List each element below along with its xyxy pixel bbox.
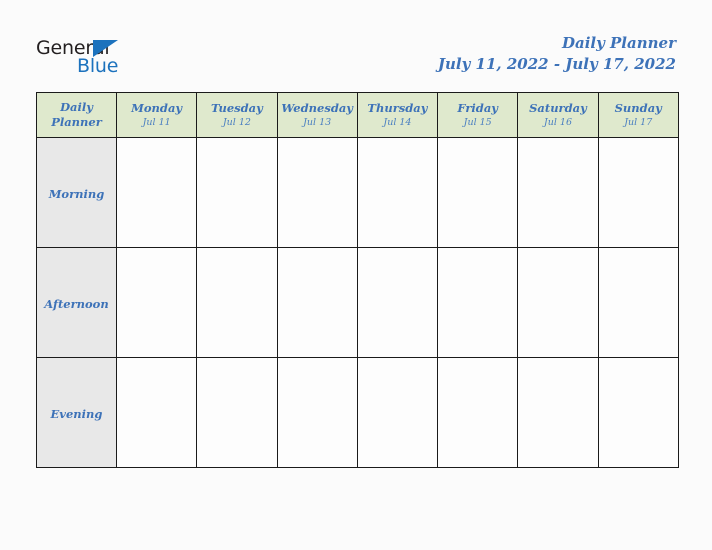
slot-morning-friday[interactable] [437, 137, 519, 248]
slot-morning-monday[interactable] [115, 137, 198, 248]
day-date-tuesday: Jul 12 [222, 116, 251, 128]
row-label-afternoon: Afternoon [36, 247, 117, 358]
day-date-monday: Jul 11 [142, 116, 171, 128]
row-label-morning: Morning [36, 137, 117, 248]
day-name-monday: Monday [131, 100, 183, 115]
header-cell-tuesday[interactable]: Tuesday Jul 12 [196, 92, 278, 138]
brand-logo[interactable]: General Blue [36, 38, 166, 80]
title-block: Daily Planner July 11, 2022 - July 17, 2… [438, 33, 676, 75]
slot-morning-sunday[interactable] [597, 137, 679, 248]
logo-text-blue: Blue [77, 55, 119, 77]
day-date-saturday: Jul 16 [543, 116, 572, 128]
header-cell-monday[interactable]: Monday Jul 11 [115, 92, 198, 138]
corner-label-line1: Daily [60, 100, 93, 114]
slot-evening-monday[interactable] [115, 357, 198, 468]
date-range-label: July 11, 2022 - July 17, 2022 [437, 55, 676, 73]
slot-morning-thursday[interactable] [356, 137, 439, 248]
slot-afternoon-tuesday[interactable] [196, 247, 278, 358]
day-date-wednesday: Jul 13 [303, 116, 332, 128]
slot-evening-sunday[interactable] [597, 357, 679, 468]
day-name-sunday: Sunday [614, 100, 662, 115]
day-date-sunday: Jul 17 [624, 116, 653, 128]
day-name-thursday: Thursday [367, 100, 428, 115]
page-header: General Blue Daily Planner July 11, 2022… [0, 0, 712, 92]
day-date-friday: Jul 15 [463, 116, 492, 128]
slot-evening-tuesday[interactable] [196, 357, 278, 468]
row-label-text: Afternoon [44, 297, 109, 311]
day-name-saturday: Saturday [529, 100, 587, 115]
slot-afternoon-sunday[interactable] [597, 247, 679, 358]
table-row-afternoon: Afternoon [36, 247, 679, 358]
slot-evening-friday[interactable] [437, 357, 519, 468]
header-cell-sunday[interactable]: Sunday Jul 17 [597, 92, 679, 138]
slot-evening-wednesday[interactable] [276, 357, 358, 468]
slot-morning-saturday[interactable] [517, 137, 599, 248]
weekly-planner-table: Daily Planner Monday Jul 11 Tuesday Jul … [36, 92, 679, 468]
day-name-tuesday: Tuesday [210, 100, 263, 115]
header-cell-thursday[interactable]: Thursday Jul 14 [356, 92, 439, 138]
day-name-friday: Friday [457, 100, 498, 115]
table-row-evening: Evening [36, 357, 679, 468]
slot-afternoon-monday[interactable] [115, 247, 198, 358]
slot-afternoon-saturday[interactable] [517, 247, 599, 358]
table-row-morning: Morning [36, 137, 679, 248]
row-label-text: Morning [48, 187, 105, 201]
page-title: Daily Planner [561, 34, 676, 52]
header-cell-saturday[interactable]: Saturday Jul 16 [517, 92, 599, 138]
day-date-thursday: Jul 14 [383, 116, 412, 128]
header-cell-wednesday[interactable]: Wednesday Jul 13 [276, 92, 358, 138]
table-header-row: Daily Planner Monday Jul 11 Tuesday Jul … [36, 92, 679, 138]
slot-afternoon-thursday[interactable] [356, 247, 439, 358]
slot-afternoon-wednesday[interactable] [276, 247, 358, 358]
slot-evening-saturday[interactable] [517, 357, 599, 468]
slot-morning-wednesday[interactable] [276, 137, 358, 248]
slot-morning-tuesday[interactable] [196, 137, 278, 248]
header-corner-cell: Daily Planner [36, 92, 117, 138]
slot-afternoon-friday[interactable] [437, 247, 519, 358]
day-name-wednesday: Wednesday [281, 100, 353, 115]
row-label-text: Evening [50, 407, 103, 421]
slot-evening-thursday[interactable] [356, 357, 439, 468]
header-cell-friday[interactable]: Friday Jul 15 [437, 92, 519, 138]
corner-label-line2: Planner [51, 115, 102, 129]
row-label-evening: Evening [36, 357, 117, 468]
